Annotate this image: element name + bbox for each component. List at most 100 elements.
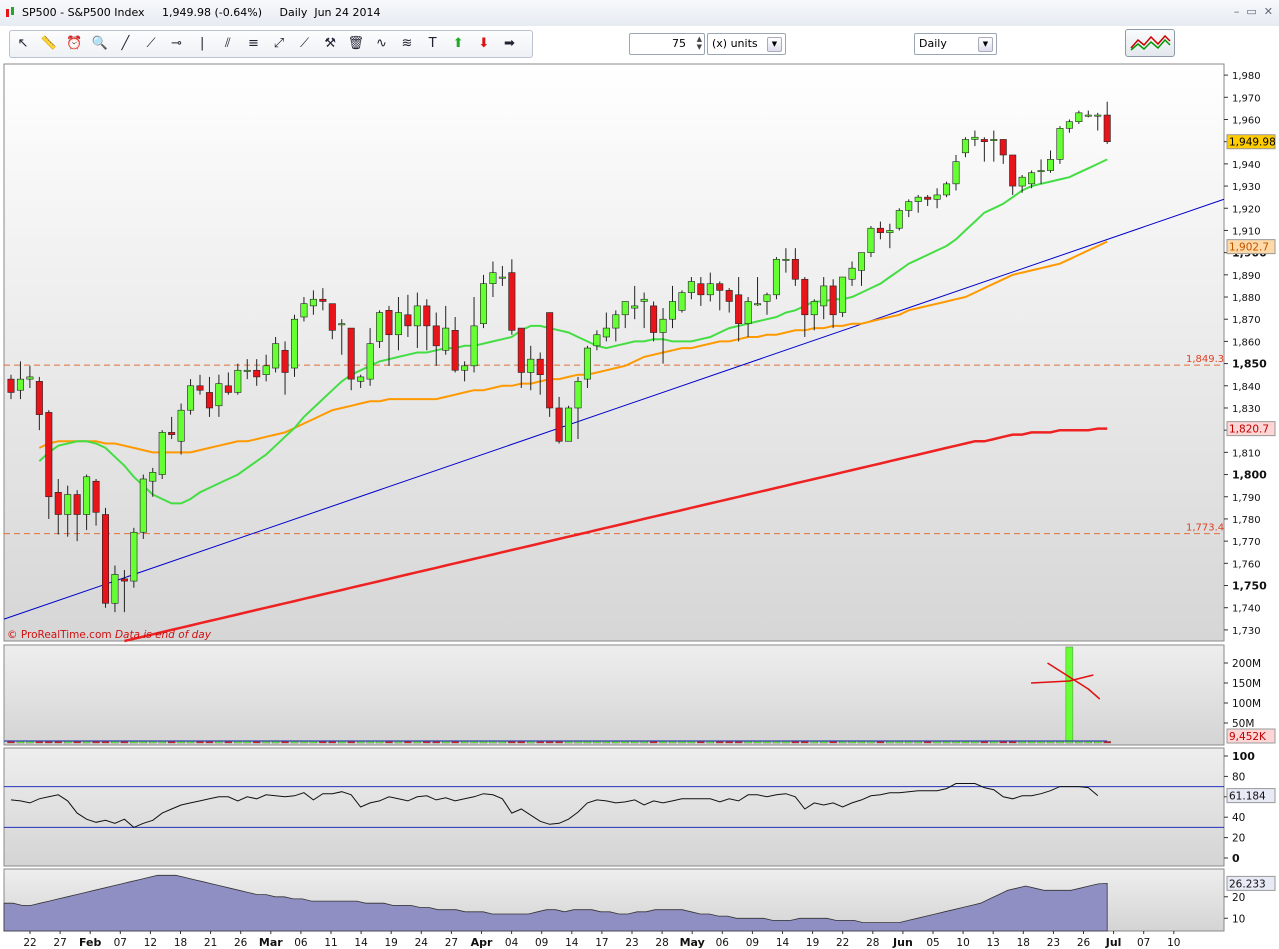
y-tick-label: 1,870 (1232, 315, 1261, 326)
x-tick-label: 13 (987, 937, 1000, 949)
volume-bar (158, 741, 166, 744)
volume-bar (432, 741, 440, 744)
volume-bar (961, 741, 970, 744)
volume-bar (347, 741, 355, 744)
x-tick-label: Apr (471, 936, 493, 949)
volume-bar (196, 741, 204, 744)
volume-bar (300, 741, 308, 744)
volume-bar (545, 741, 554, 744)
volume-bar (508, 741, 516, 744)
candle (130, 527, 138, 588)
volume-bar (744, 741, 752, 744)
price-panel (3, 63, 1225, 642)
volume-bar (1037, 741, 1045, 744)
last-price-tag-text: 1,949.98 (1229, 137, 1276, 149)
x-tick-label: 17 (595, 937, 608, 949)
x-tick-label: 23 (1047, 937, 1060, 949)
y-tick-label: 1,930 (1232, 182, 1261, 193)
x-tick-label: 11 (324, 937, 337, 949)
volume-bar (886, 741, 894, 744)
x-tick-label: 04 (505, 937, 519, 949)
volume-bar (848, 741, 856, 744)
x-tick-label: 14 (354, 937, 368, 949)
volume-bar (205, 741, 214, 744)
volume-bar (555, 741, 563, 744)
volume-bar (829, 741, 837, 744)
volume-bar (54, 741, 62, 744)
volume-bar (290, 741, 299, 744)
y-tick-label: 1,850 (1232, 358, 1267, 371)
volume-panel (3, 644, 1225, 746)
volume-bar (772, 741, 781, 744)
volume-bar (177, 741, 185, 744)
volume-bar (820, 741, 828, 744)
volume-bar (120, 741, 129, 744)
x-tick-label: 22 (836, 937, 849, 949)
volume-bar (517, 741, 525, 744)
x-tick-label: 28 (655, 937, 668, 949)
volume-bar (470, 741, 478, 744)
x-tick-label: Jul (1105, 936, 1122, 949)
volume-bar (1103, 741, 1111, 744)
volume-bar (782, 741, 790, 744)
volume-bar (45, 741, 53, 744)
volume-bar (933, 741, 941, 744)
volume-bar (621, 741, 629, 744)
volume-bar (281, 741, 289, 744)
indicator-tick-label: 20 (1232, 892, 1245, 904)
volume-tick-label: 200M (1232, 658, 1261, 670)
volume-bar (1075, 741, 1083, 744)
volume-bar (375, 741, 384, 744)
y-tick-label: 1,880 (1232, 293, 1261, 304)
volume-bar (668, 741, 677, 744)
volume-bar (130, 741, 138, 744)
chart-area: 1,730 1,740 1,750 1,760 1,770 1,780 1,790 1,800… (3, 63, 1276, 949)
x-tick-label: 05 (926, 937, 939, 949)
volume-bar (1046, 741, 1055, 744)
volume-bar (687, 741, 696, 744)
x-tick-label: Mar (259, 936, 283, 949)
volume-bar (725, 741, 733, 744)
candle (678, 290, 686, 313)
x-tick-label: 12 (144, 937, 157, 949)
volume-bar (697, 741, 705, 744)
y-tick-label: 1,840 (1232, 382, 1261, 393)
volume-bar (564, 741, 573, 744)
volume-bar (35, 741, 44, 744)
candle (1075, 110, 1083, 124)
x-tick-label: 26 (234, 937, 248, 949)
volume-bar (460, 741, 469, 744)
rsi-tick-label: 0 (1232, 852, 1240, 865)
level-label: 1,773.4 (1186, 523, 1224, 534)
ma200-value-tag-text: 1,820.7 (1229, 424, 1269, 436)
x-tick-label: 14 (565, 937, 579, 949)
volume-bar (451, 741, 459, 744)
volume-bar (659, 741, 667, 744)
y-tick-label: 1,750 (1232, 580, 1267, 593)
y-tick-label: 1,920 (1232, 204, 1261, 215)
indicator-value-text: 26.233 (1229, 878, 1266, 890)
volume-bar (328, 741, 336, 744)
volume-bar (7, 741, 15, 744)
x-tick-label: 09 (535, 937, 548, 949)
x-tick-label: 18 (1017, 937, 1030, 949)
volume-bar (640, 741, 648, 744)
y-tick-label: 1,980 (1232, 71, 1261, 82)
x-tick-label: 27 (53, 937, 66, 949)
y-tick-label: 1,940 (1232, 160, 1261, 171)
volume-bar (990, 741, 998, 744)
y-tick-label: 1,760 (1232, 559, 1261, 570)
candle (895, 208, 903, 231)
rsi-value-text: 61.184 (1229, 791, 1266, 803)
volume-bar (753, 741, 762, 744)
volume-bar (583, 741, 592, 744)
volume-bar (602, 741, 611, 744)
candle (867, 226, 875, 258)
y-tick-label: 1,970 (1232, 93, 1261, 104)
volume-bar (678, 741, 686, 744)
volume-bar (1009, 741, 1017, 744)
volume-bar (92, 741, 100, 744)
y-tick-label: 1,790 (1232, 493, 1261, 504)
volume-tick-label: 150M (1232, 678, 1261, 690)
volume-bar (479, 741, 488, 744)
